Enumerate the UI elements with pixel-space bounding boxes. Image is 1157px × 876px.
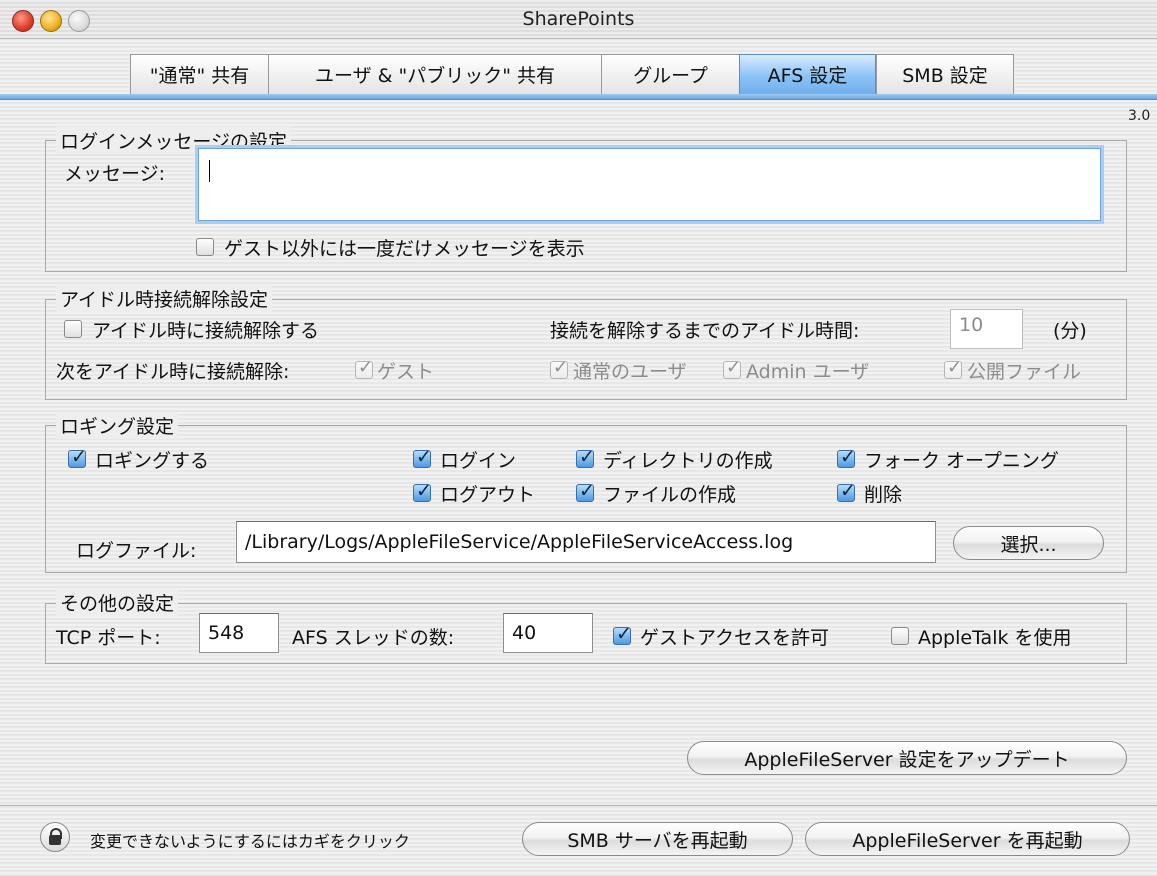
log-fork-open-checkbox[interactable] (837, 446, 856, 468)
log-mkfile-checkbox[interactable] (576, 480, 595, 502)
version-label: 3.0 (1128, 108, 1151, 124)
logging-legend: ロギング設定 (56, 412, 179, 439)
log-mkdir-label: ディレクトリの作成 (603, 450, 773, 472)
idle-targets-label: 次をアイドル時に接続解除: (56, 361, 290, 383)
idle-admin-user-label: Admin ユーザ (746, 361, 870, 383)
afs-threads-label: AFS スレッドの数: (292, 627, 455, 649)
idle-time-input[interactable]: 10 (950, 309, 1023, 349)
log-delete-checkbox[interactable] (837, 480, 856, 502)
tab-normal-share[interactable]: "通常" 共有 (130, 54, 268, 94)
log-delete-label: 削除 (864, 484, 903, 506)
appletalk-label: AppleTalk を使用 (918, 627, 1072, 649)
footer-divider (0, 805, 1157, 806)
show-once-label: ゲスト以外には一度だけメッセージを表示 (224, 238, 585, 260)
update-afs-settings-button[interactable]: AppleFileServer 設定をアップデート (687, 741, 1127, 775)
appletalk-checkbox[interactable] (891, 627, 909, 645)
title-bar: SharePoints (0, 0, 1157, 39)
idle-normal-user-checkbox[interactable] (550, 357, 568, 379)
idle-disconnect-legend: アイドル時接続解除設定 (56, 285, 273, 312)
logfile-label: ログファイル: (76, 540, 197, 562)
idle-normal-user-label: 通常のユーザ (573, 361, 687, 383)
other-settings-legend: その他の設定 (56, 589, 179, 616)
guest-access-label: ゲストアクセスを許可 (640, 627, 830, 649)
message-label: メッセージ: (64, 163, 166, 185)
tcp-port-label: TCP ポート: (56, 627, 161, 649)
idle-disconnect-checkbox[interactable] (64, 320, 82, 338)
idle-public-file-checkbox[interactable] (944, 357, 962, 379)
log-fork-open-label: フォーク オープニング (864, 450, 1059, 472)
log-logout-label: ログアウト (440, 484, 536, 506)
lock-hint-text: 変更できないようにするにはカギをクリック (90, 832, 410, 851)
window-title: SharePoints (522, 8, 635, 30)
afs-threads-input[interactable]: 40 (503, 613, 593, 653)
idle-time-label: 接続を解除するまでのアイドル時間: (550, 320, 860, 342)
message-textarea[interactable] (198, 148, 1101, 221)
tab-smb-settings[interactable]: SMB 設定 (876, 54, 1014, 94)
log-mkfile-label: ファイルの作成 (603, 484, 737, 506)
logging-enable-label: ロギングする (95, 450, 210, 472)
choose-logfile-button[interactable]: 選択... (953, 526, 1104, 560)
idle-admin-user-checkbox[interactable] (723, 357, 741, 379)
idle-disconnect-label: アイドル時に接続解除する (92, 320, 320, 342)
restart-afs-button[interactable]: AppleFileServer を再起動 (805, 822, 1130, 856)
logfile-path-input[interactable]: /Library/Logs/AppleFileService/AppleFile… (236, 521, 936, 563)
log-logout-checkbox[interactable] (413, 480, 432, 502)
tab-afs-settings[interactable]: AFS 設定 (739, 54, 876, 94)
show-once-checkbox[interactable] (196, 238, 214, 256)
log-login-label: ログイン (440, 450, 517, 472)
idle-guest-checkbox[interactable] (355, 357, 373, 379)
tab-group[interactable]: グループ (601, 54, 739, 94)
tab-underline (0, 94, 1157, 100)
guest-access-checkbox[interactable] (613, 623, 632, 645)
log-mkdir-checkbox[interactable] (576, 446, 595, 468)
logging-enable-checkbox[interactable] (68, 446, 87, 468)
restart-smb-button[interactable]: SMB サーバを再起動 (522, 822, 793, 856)
tab-user-public-share[interactable]: ユーザ & "パブリック" 共有 (268, 54, 601, 94)
tcp-port-input[interactable]: 548 (199, 613, 279, 653)
text-caret (209, 160, 210, 182)
lock-icon[interactable] (40, 822, 70, 852)
idle-time-unit: (分) (1053, 320, 1087, 342)
tab-bar: "通常" 共有 ユーザ & "パブリック" 共有 グループ AFS 設定 SMB… (130, 52, 1014, 96)
idle-public-file-label: 公開ファイル (967, 361, 1082, 383)
idle-guest-label: ゲスト (377, 361, 435, 383)
log-login-checkbox[interactable] (413, 446, 432, 468)
